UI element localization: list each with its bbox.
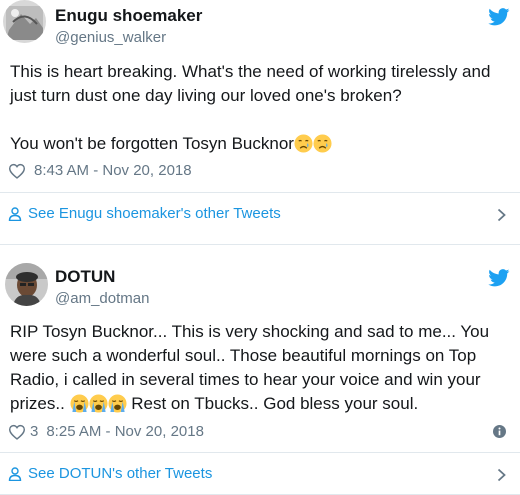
info-icon[interactable] [493,425,506,438]
tweet-card: Enugu shoemaker @genius_walker This is h… [0,0,520,245]
avatar[interactable] [5,263,48,306]
tweet-text: This is heart breaking. What's the need … [0,60,520,108]
see-other-tweets-link[interactable]: See Enugu shoemaker's other Tweets [8,205,281,222]
crying-face-emoji [313,134,332,153]
divider [0,192,520,193]
author-name[interactable]: DOTUN [55,267,115,287]
tweet-card: DOTUN @am_dotman RIP Tosyn Bucknor... Th… [0,245,520,495]
tweet-text-closing: You won't be forgotten Tosyn Bucknor [10,134,294,153]
see-other-tweets-link[interactable]: See DOTUN's other Tweets [8,465,212,482]
tweet-meta: 3 8:25 AM - Nov 20, 2018 [8,423,204,440]
tweet-text: You won't be forgotten Tosyn Bucknor [0,132,520,156]
avatar[interactable] [3,0,46,43]
author-handle[interactable]: @am_dotman [55,290,149,307]
author-handle[interactable]: @genius_walker [55,29,166,46]
see-other-tweets-label: See DOTUN's other Tweets [28,465,213,482]
person-icon [8,466,22,481]
loudly-crying-face-emoji [89,394,108,413]
twitter-bird-icon[interactable] [488,269,510,287]
tweet-text: RIP Tosyn Bucknor... This is very shocki… [0,320,520,416]
author-name[interactable]: Enugu shoemaker [55,6,202,26]
like-count: 3 [30,423,39,440]
timestamp[interactable]: 8:25 AM - Nov 20, 2018 [46,423,204,440]
divider [0,452,520,453]
tweet-meta: 8:43 AM - Nov 20, 2018 [8,162,192,179]
tweet-header: DOTUN @am_dotman [0,263,520,313]
chevron-right-icon[interactable] [497,208,506,222]
loudly-crying-face-emoji [108,394,127,413]
twitter-bird-icon[interactable] [488,8,510,26]
timestamp[interactable]: 8:43 AM - Nov 20, 2018 [34,162,192,179]
tweet-text-closing: Rest on Tbucks.. God bless your soul. [126,394,419,413]
heart-icon[interactable] [8,424,26,440]
loudly-crying-face-emoji [70,394,89,413]
crying-face-emoji [294,134,313,153]
tweet-text-main: This is heart breaking. What's the need … [10,62,491,105]
chevron-right-icon[interactable] [497,468,506,482]
person-icon [8,206,22,221]
see-other-tweets-label: See Enugu shoemaker's other Tweets [28,205,281,222]
heart-icon[interactable] [8,163,26,179]
tweet-header: Enugu shoemaker @genius_walker [0,0,520,50]
